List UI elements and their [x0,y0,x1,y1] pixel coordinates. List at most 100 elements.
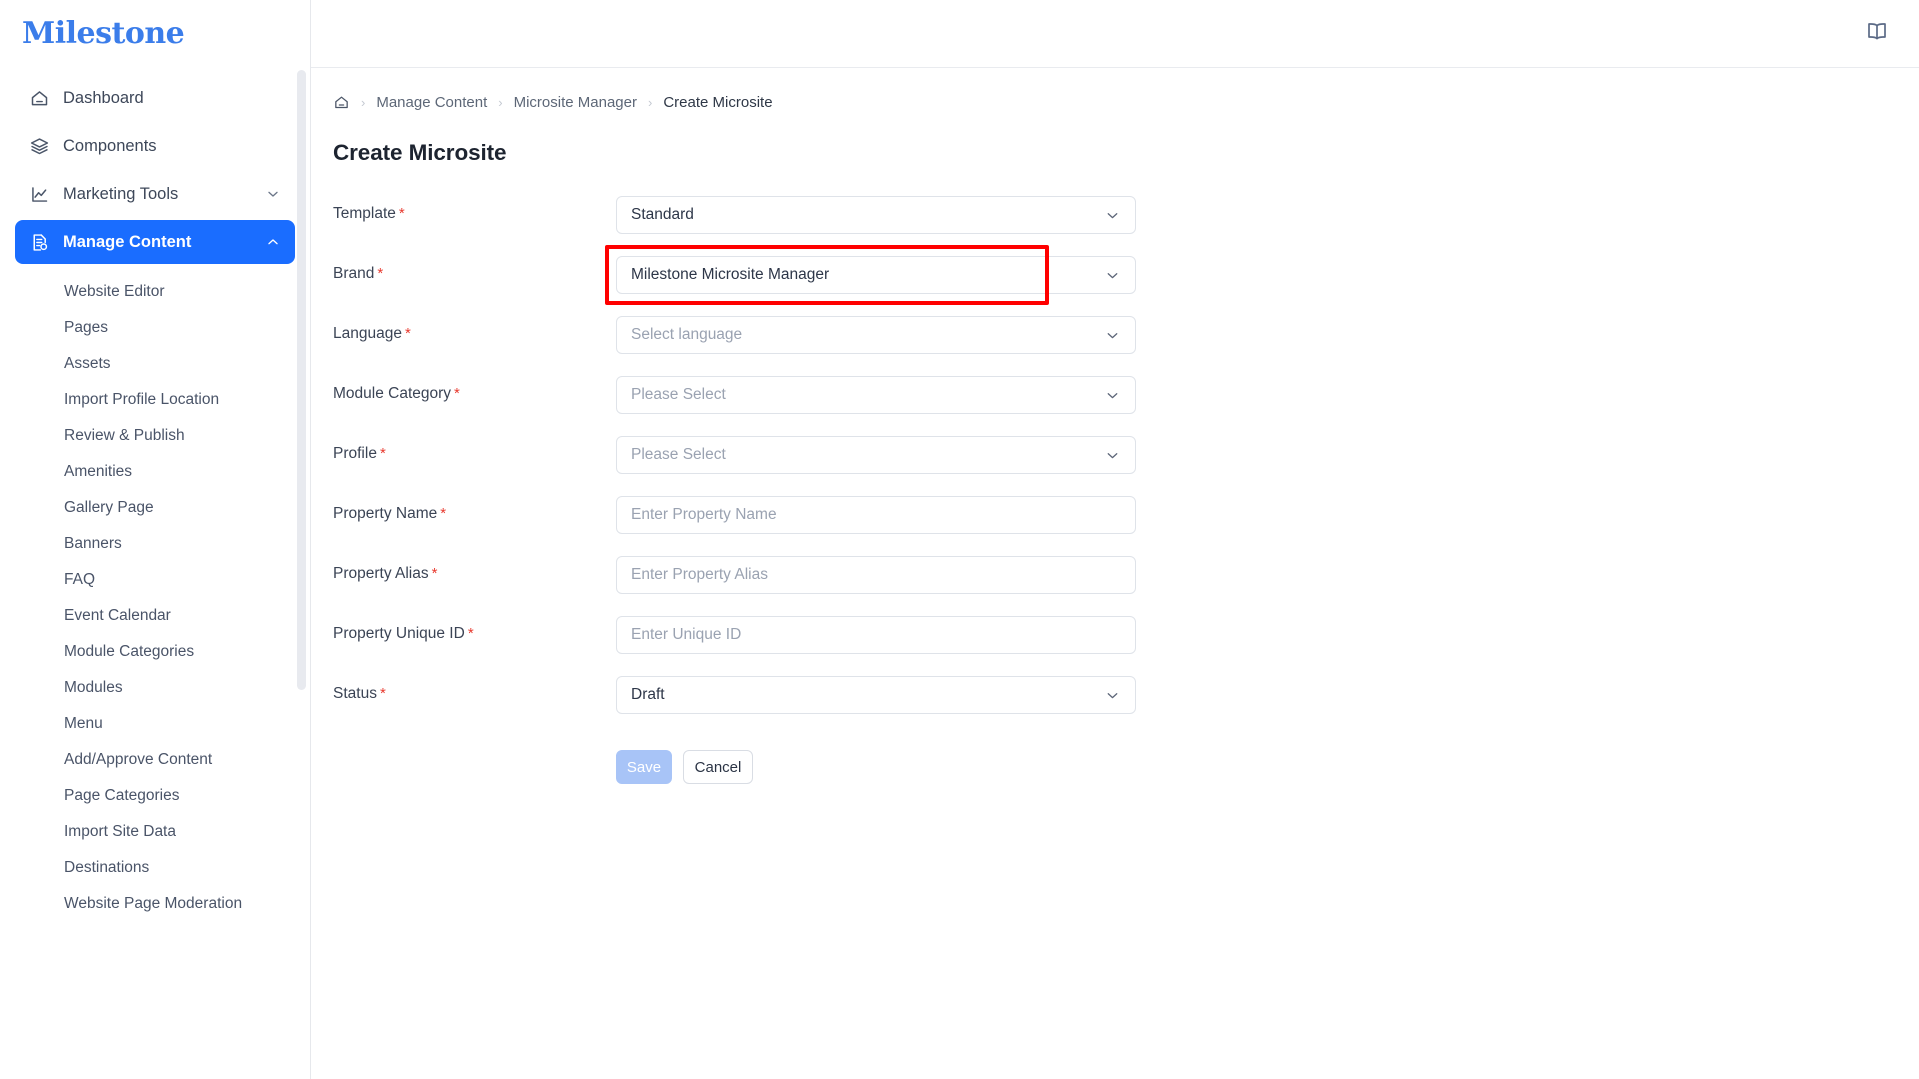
select-status[interactable]: Draft [616,676,1136,714]
sidebar-subitem-add-approve-content[interactable]: Add/Approve Content [0,742,310,778]
control-wrapper-module-category: Please Select [616,376,1136,414]
label-text: Property Name [333,505,438,522]
save-button[interactable]: Save [616,750,672,784]
sidebar-subitem-banners[interactable]: Banners [0,526,310,562]
form-row-status: Status * Draft [333,676,1919,736]
sidebar-subitem-page-categories[interactable]: Page Categories [0,778,310,814]
chart-line-icon [29,183,55,205]
sidebar-item-manage-content[interactable]: Manage Content [15,220,295,264]
label-status: Status * [333,676,616,703]
sidebar-subitem-website-editor[interactable]: Website Editor [0,274,310,310]
input-property-alias[interactable]: Enter Property Alias [616,556,1136,594]
control-wrapper-property-name: Enter Property Name [616,496,1136,534]
label-text: Profile [333,445,377,462]
value-text: Draft [631,686,665,703]
breadcrumb-item-manage-content[interactable]: Manage Content [376,94,487,111]
chevron-down-icon[interactable] [1104,387,1121,404]
form-row-module-category: Module Category * Please Select [333,376,1919,436]
value-text: Milestone Microsite Manager [631,266,830,283]
control-wrapper-status: Draft [616,676,1136,714]
required-asterisk: * [379,445,386,462]
label-text: Language [333,325,402,342]
select-language[interactable]: Select language [616,316,1136,354]
required-asterisk: * [440,505,447,522]
required-asterisk: * [379,685,386,702]
form-row-language: Language * Select language [333,316,1919,376]
select-brand[interactable]: Milestone Microsite Manager [616,256,1136,294]
sidebar-nav-scroll: Dashboard Components Marketing Tools Manage… [0,68,310,1079]
chevron-down-icon[interactable] [1104,447,1121,464]
book-icon[interactable] [1865,19,1889,48]
label-text: Status [333,685,377,702]
select-profile[interactable]: Please Select [616,436,1136,474]
sidebar-subitem-menu[interactable]: Menu [0,706,310,742]
logo-text: Milestone [22,16,185,51]
placeholder-text: Enter Unique ID [631,626,742,643]
breadcrumb-separator: › [648,94,653,110]
sidebar-subitem-modules[interactable]: Modules [0,670,310,706]
app-root: Milestone Dashboard Components Marketing T… [0,0,1919,1079]
required-asterisk: * [398,205,405,222]
sidebar-scrollbar-thumb[interactable] [297,70,306,690]
form-row-property-unique-id: Property Unique ID * Enter Unique ID [333,616,1919,676]
control-wrapper-property-unique-id: Enter Unique ID [616,616,1136,654]
sidebar-subitem-import-profile-location[interactable]: Import Profile Location [0,382,310,418]
input-property-name[interactable]: Enter Property Name [616,496,1136,534]
sidebar-scrollbar[interactable] [297,70,306,1070]
form-actions: Save Cancel [333,750,1919,784]
select-template[interactable]: Standard [616,196,1136,234]
page-content: › Manage Content › Microsite Manager › Create… [311,68,1919,784]
form-row-property-name: Property Name * Enter Property Name [333,496,1919,556]
control-wrapper-property-alias: Enter Property Alias [616,556,1136,594]
chevron-down-icon[interactable] [265,186,281,202]
select-module-category[interactable]: Please Select [616,376,1136,414]
label-text: Property Unique ID [333,625,465,642]
chevron-down-icon[interactable] [1104,327,1121,344]
sidebar-item-components[interactable]: Components [15,124,295,168]
home-icon[interactable] [333,94,350,111]
placeholder-text: Please Select [631,446,726,463]
create-microsite-form: Template * Standard Brand * Milestone Microsi… [333,196,1919,736]
placeholder-text: Enter Property Name [631,506,777,523]
sidebar-item-dashboard[interactable]: Dashboard [15,76,295,120]
sidebar-subitem-event-calendar[interactable]: Event Calendar [0,598,310,634]
sidebar-subitem-pages[interactable]: Pages [0,310,310,346]
sidebar-subitem-gallery-page[interactable]: Gallery Page [0,490,310,526]
chevron-down-icon[interactable] [1104,267,1121,284]
breadcrumb-separator: › [498,94,503,110]
layers-icon [29,135,55,157]
required-asterisk: * [431,565,438,582]
sidebar-subitem-destinations[interactable]: Destinations [0,850,310,886]
breadcrumb-item-microsite-manager[interactable]: Microsite Manager [514,94,637,111]
sidebar-subitem-module-categories[interactable]: Module Categories [0,634,310,670]
sidebar-item-label: Manage Content [63,232,192,251]
sidebar-subitem-assets[interactable]: Assets [0,346,310,382]
sidebar-subitem-faq[interactable]: FAQ [0,562,310,598]
label-profile: Profile * [333,436,616,463]
sidebar-subitem-import-site-data[interactable]: Import Site Data [0,814,310,850]
breadcrumb-item-create-microsite: Create Microsite [663,93,773,111]
cancel-button[interactable]: Cancel [683,750,753,784]
chevron-down-icon[interactable] [1104,207,1121,224]
sidebar-subitem-amenities[interactable]: Amenities [0,454,310,490]
sidebar-subitem-review-publish[interactable]: Review & Publish [0,418,310,454]
main-area: › Manage Content › Microsite Manager › Create… [311,0,1919,1079]
label-template: Template * [333,196,616,223]
app-logo[interactable]: Milestone [0,0,310,68]
input-property-unique-id[interactable]: Enter Unique ID [616,616,1136,654]
label-text: Brand [333,265,375,282]
sidebar-item-marketing-tools[interactable]: Marketing Tools [15,172,295,216]
form-row-brand: Brand * Milestone Microsite Manager [333,245,1919,316]
sidebar-subitem-website-page-moderation[interactable]: Website Page Moderation [0,886,310,922]
sidebar-primary-nav: Dashboard Components Marketing Tools Manage… [0,76,310,264]
label-text: Module Category [333,385,452,402]
chevron-down-icon[interactable] [1104,687,1121,704]
chevron-up-icon[interactable] [265,234,281,250]
form-row-template: Template * Standard [333,196,1919,256]
placeholder-text: Please Select [631,386,726,403]
label-module-category: Module Category * [333,376,616,403]
label-text: Template [333,205,396,222]
value-text: Standard [631,206,694,223]
breadcrumb-separator: › [361,94,366,110]
home-icon [29,87,55,109]
